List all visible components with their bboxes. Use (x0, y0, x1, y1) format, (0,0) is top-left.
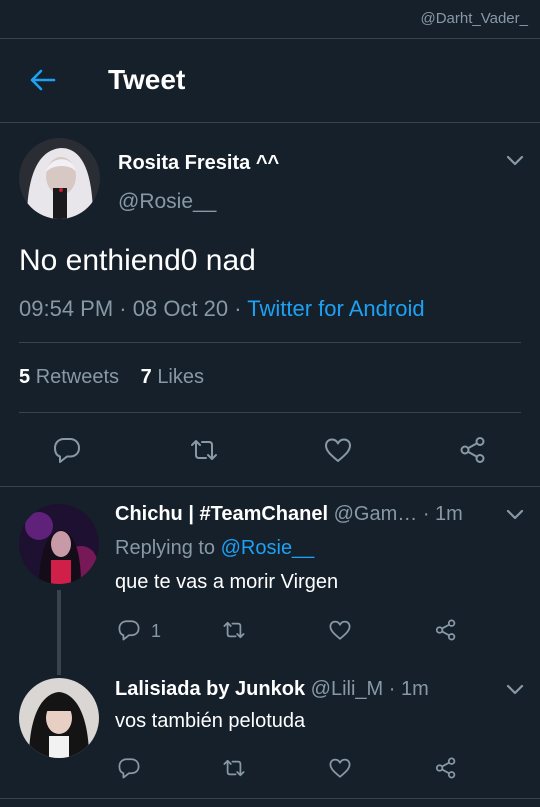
like-icon[interactable] (328, 618, 352, 642)
avatar-image (19, 678, 99, 758)
replying-to-line: Replying to @Rosie__ (115, 537, 314, 560)
avatar[interactable] (19, 138, 100, 219)
tweet-author-handle[interactable]: @Rosie__ (118, 190, 216, 214)
reply-header: Lalisiada by Junkok @Lili_M · 1m (115, 678, 429, 701)
reply-icon[interactable] (117, 756, 141, 780)
bottom-divider (0, 798, 540, 799)
chevron-down-icon[interactable] (506, 155, 524, 167)
share-icon[interactable] (458, 435, 488, 465)
meta-divider (19, 342, 521, 343)
reply-text: que te vas a morir Virgen (115, 571, 339, 593)
thread-line (57, 590, 61, 675)
reply-text: vos también pelotuda (115, 710, 306, 732)
reply-time: 1m (435, 503, 463, 525)
watermark-text: @Darht_Vader_ (420, 10, 528, 27)
engagement-stats: 5 Retweets 7 Likes (19, 366, 204, 389)
meta-separator: · (228, 296, 248, 321)
retweet-icon[interactable] (189, 435, 219, 465)
reply-icon[interactable] (52, 435, 82, 465)
reply-icon[interactable] (117, 618, 141, 642)
chevron-down-icon[interactable] (506, 509, 524, 521)
tweet-source-link[interactable]: Twitter for Android (247, 296, 424, 321)
meta-separator: · (383, 678, 401, 700)
tweet-time: 09:54 PM (19, 296, 114, 321)
avatar-image (19, 138, 100, 219)
reply-header: Chichu | #TeamChanel @Gam… · 1m (115, 503, 463, 526)
reply-author-handle[interactable]: @Gam… (334, 503, 418, 525)
meta-separator: · (417, 503, 436, 525)
retweet-icon[interactable] (222, 756, 246, 780)
share-icon[interactable] (434, 618, 458, 642)
page-title: Tweet (108, 64, 186, 95)
reply-count: 1 (151, 621, 162, 641)
likes-count: 7 (140, 366, 152, 388)
status-bar: @Darht_Vader_ (0, 0, 540, 38)
tweet-divider (0, 486, 540, 487)
like-icon[interactable] (328, 756, 352, 780)
chevron-down-icon[interactable] (506, 684, 524, 696)
likes-stat[interactable]: 7 Likes (141, 366, 204, 388)
tweet-date: 08 Oct 20 (132, 296, 229, 321)
tweet-meta: 09:54 PM · 08 Oct 20 · Twitter for Andro… (19, 296, 425, 322)
share-icon[interactable] (434, 756, 458, 780)
back-arrow-icon[interactable] (28, 66, 56, 94)
stats-divider (19, 412, 521, 413)
reply-author-name[interactable]: Lalisiada by Junkok (115, 678, 305, 700)
reply-time: 1m (400, 678, 429, 700)
avatar[interactable] (19, 504, 99, 584)
replying-to-link[interactable]: @Rosie__ (221, 537, 315, 559)
avatar[interactable] (19, 678, 99, 758)
like-icon[interactable] (323, 435, 353, 465)
replying-to-label: Replying to (115, 537, 216, 559)
retweets-stat[interactable]: 5 Retweets (19, 366, 119, 388)
retweets-label: Retweets (35, 366, 120, 388)
reply-author-name[interactable]: Chichu | #TeamChanel (115, 503, 328, 525)
avatar-image (19, 504, 99, 584)
retweet-icon[interactable] (222, 618, 246, 642)
retweets-count: 5 (19, 366, 31, 388)
tweet-text: No enthiend0 nad (19, 244, 256, 277)
header-divider (0, 122, 540, 123)
tweet-author-name[interactable]: Rosita Fresita ^^ (118, 152, 279, 175)
top-app-bar: Tweet (0, 38, 540, 122)
reply-author-handle[interactable]: @Lili_M (311, 678, 384, 700)
likes-label: Likes (157, 366, 205, 388)
meta-separator: · (113, 296, 133, 321)
